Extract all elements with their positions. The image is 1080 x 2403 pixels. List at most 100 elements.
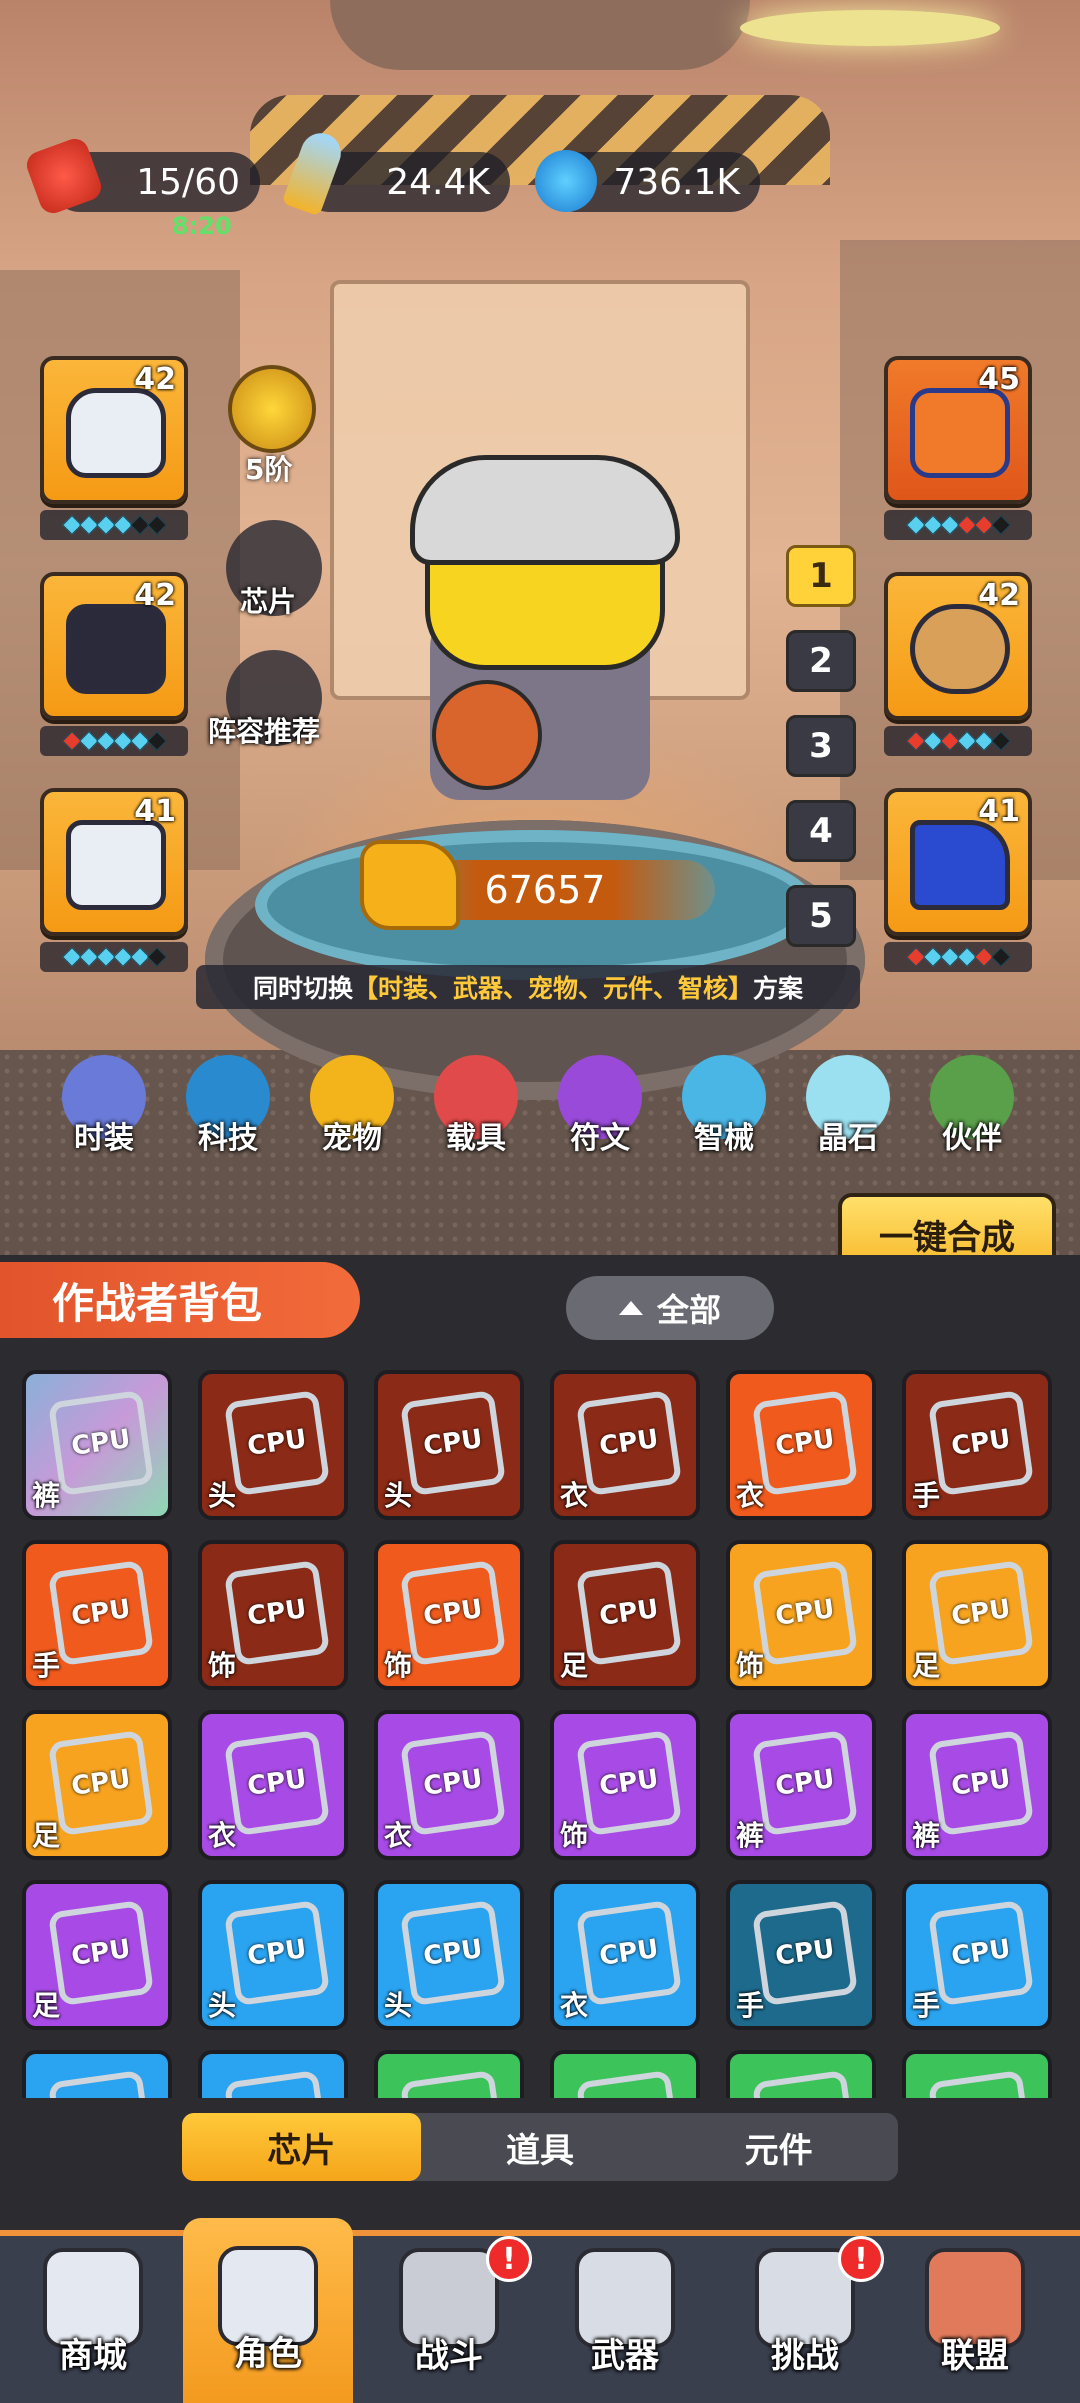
cpu-chip-icon: CPU: [399, 1729, 507, 1837]
coin-counter[interactable]: 736.1K: [535, 150, 760, 212]
sub-tab-components[interactable]: 元件: [659, 2113, 898, 2181]
coin-value: 736.1K: [613, 161, 740, 203]
bag-item[interactable]: CPU 裤: [22, 1370, 172, 1520]
preset-5-button[interactable]: 5: [786, 885, 856, 947]
cpu-chip-icon: CPU: [399, 1899, 507, 2007]
equip-slot-gloves[interactable]: 42: [40, 572, 188, 720]
gem-dark-icon: [146, 515, 167, 535]
cpu-chip-icon: CPU: [751, 2069, 859, 2098]
tab-crystal[interactable]: 晶石: [798, 1055, 898, 1157]
equip-slot-doll[interactable]: 42: [884, 572, 1032, 720]
pistol-icon: [360, 840, 460, 930]
nav-label: 商城: [59, 2336, 127, 2376]
equip-slot-boots[interactable]: 41: [884, 788, 1032, 936]
ammo-counter[interactable]: 24.4K: [281, 127, 510, 217]
nav-weapon[interactable]: 武器: [540, 2238, 710, 2403]
nav-character[interactable]: 角色: [183, 2218, 353, 2403]
filter-dropdown[interactable]: 全部: [566, 1276, 774, 1340]
bag-item[interactable]: CPU 手: [22, 1540, 172, 1690]
rank-medal-icon[interactable]: [228, 365, 316, 453]
item-slot-label: 头: [384, 1989, 413, 2022]
gem-dark-icon: [146, 731, 167, 751]
bag-item[interactable]: CPU 饰: [374, 1540, 524, 1690]
item-slot-label: 饰: [736, 1649, 765, 1682]
cpu-chip-icon: CPU: [223, 2069, 331, 2098]
nav-shop[interactable]: 商城: [8, 2238, 178, 2403]
tab-rune[interactable]: 符文: [550, 1055, 650, 1157]
bag-item[interactable]: CPU 手: [902, 1370, 1052, 1520]
gem-row: [884, 510, 1032, 540]
energy-counter[interactable]: 15/60: [22, 134, 260, 218]
slot-level: 45: [978, 362, 1020, 397]
tab-pet[interactable]: 宠物: [302, 1055, 402, 1157]
tab-costume[interactable]: 时装: [54, 1055, 154, 1157]
cpu-chip-icon: CPU: [47, 1899, 155, 2007]
tab-vehicle[interactable]: 载具: [426, 1055, 526, 1157]
bag-item[interactable]: CPU 饰: [550, 1710, 700, 1860]
bag-item[interactable]: CPU 足: [22, 1880, 172, 2030]
bag-item[interactable]: CPU: [902, 2050, 1052, 2098]
item-slot-label: 裤: [912, 1819, 941, 1852]
bag-item[interactable]: CPU 头: [198, 1880, 348, 2030]
bag-item[interactable]: CPU: [726, 2050, 876, 2098]
item-slot-label: 饰: [560, 1819, 589, 1852]
equip-slot-helmet[interactable]: 42: [40, 356, 188, 504]
cpu-chip-icon: CPU: [751, 1389, 859, 1497]
equip-slot-costume[interactable]: 45: [884, 356, 1032, 504]
nav-alliance[interactable]: 联盟: [890, 2238, 1060, 2403]
tab-label: 科技: [198, 1121, 258, 1156]
cpu-chip-icon: CPU: [927, 2069, 1035, 2098]
preset-3-button[interactable]: 3: [786, 715, 856, 777]
bag-item[interactable]: CPU 衣: [198, 1710, 348, 1860]
bag-item[interactable]: CPU 饰: [726, 1540, 876, 1690]
preset-2-button[interactable]: 2: [786, 630, 856, 692]
tab-tech[interactable]: 科技: [178, 1055, 278, 1157]
bag-item[interactable]: CPU 手: [902, 1880, 1052, 2030]
bag-item[interactable]: CPU 足: [22, 1710, 172, 1860]
item-slot-label: 衣: [560, 1989, 589, 2022]
tab-label: 晶石: [818, 1121, 878, 1156]
bag-item[interactable]: CPU 饰: [198, 1540, 348, 1690]
item-slot-label: 足: [912, 1649, 941, 1682]
bag-item[interactable]: CPU 足: [902, 1540, 1052, 1690]
bag-item[interactable]: CPU 手: [726, 1880, 876, 2030]
preset-4-button[interactable]: 4: [786, 800, 856, 862]
tab-mech[interactable]: 智械: [674, 1055, 774, 1157]
bag-item[interactable]: CPU 裤: [726, 1710, 876, 1860]
glove-icon: [66, 604, 166, 694]
item-grid: CPU 裤 CPU 头 CPU 头 CPU 衣 CPU 衣 CPU 手 CPU 手 CPU 饰 CPU 饰 CPU 足…: [0, 1370, 1080, 2098]
category-tabs: 时装 科技 宠物 载具 符文 智械 晶石 伙伴: [0, 1055, 1080, 1165]
bag-item[interactable]: CPU 足: [550, 1540, 700, 1690]
bag-item[interactable]: CPU: [22, 2050, 172, 2098]
equip-slot-armor[interactable]: 41: [40, 788, 188, 936]
cpu-chip-icon: CPU: [575, 1559, 683, 1667]
ceiling-hatch: [330, 0, 1000, 70]
bag-item[interactable]: CPU 衣: [550, 1370, 700, 1520]
sub-tab-chip[interactable]: 芯片: [182, 2113, 421, 2181]
tab-label: 智械: [694, 1121, 754, 1156]
backpack-title: 作战者背包: [52, 1279, 263, 1328]
triangle-up-icon: [618, 1301, 643, 1315]
item-slot-label: 手: [32, 1649, 61, 1682]
bag-item[interactable]: CPU: [198, 2050, 348, 2098]
bag-item[interactable]: CPU 衣: [550, 1880, 700, 2030]
bag-item[interactable]: CPU 衣: [374, 1710, 524, 1860]
bag-item[interactable]: CPU 头: [374, 1880, 524, 2030]
bag-item[interactable]: CPU: [550, 2050, 700, 2098]
bag-item[interactable]: CPU 头: [198, 1370, 348, 1520]
energy-timer: 8:20: [172, 212, 232, 240]
lineup-recommend-label[interactable]: 阵容推荐: [208, 710, 320, 750]
bag-item[interactable]: CPU 衣: [726, 1370, 876, 1520]
bag-item[interactable]: CPU 裤: [902, 1710, 1052, 1860]
tab-partner[interactable]: 伙伴: [922, 1055, 1022, 1157]
battle-alert-badge: !: [486, 2236, 532, 2282]
item-slot-label: 足: [32, 1819, 61, 1852]
preset-1-button[interactable]: 1: [786, 545, 856, 607]
bag-item[interactable]: CPU 头: [374, 1370, 524, 1520]
bag-item[interactable]: CPU: [374, 2050, 524, 2098]
cpu-chip-icon: CPU: [47, 1559, 155, 1667]
chip-button-label[interactable]: 芯片: [240, 580, 296, 620]
cpu-chip-icon: CPU: [751, 1559, 859, 1667]
switch-hint-prefix: 同时切换: [252, 974, 353, 1003]
sub-tab-items[interactable]: 道具: [421, 2113, 660, 2181]
